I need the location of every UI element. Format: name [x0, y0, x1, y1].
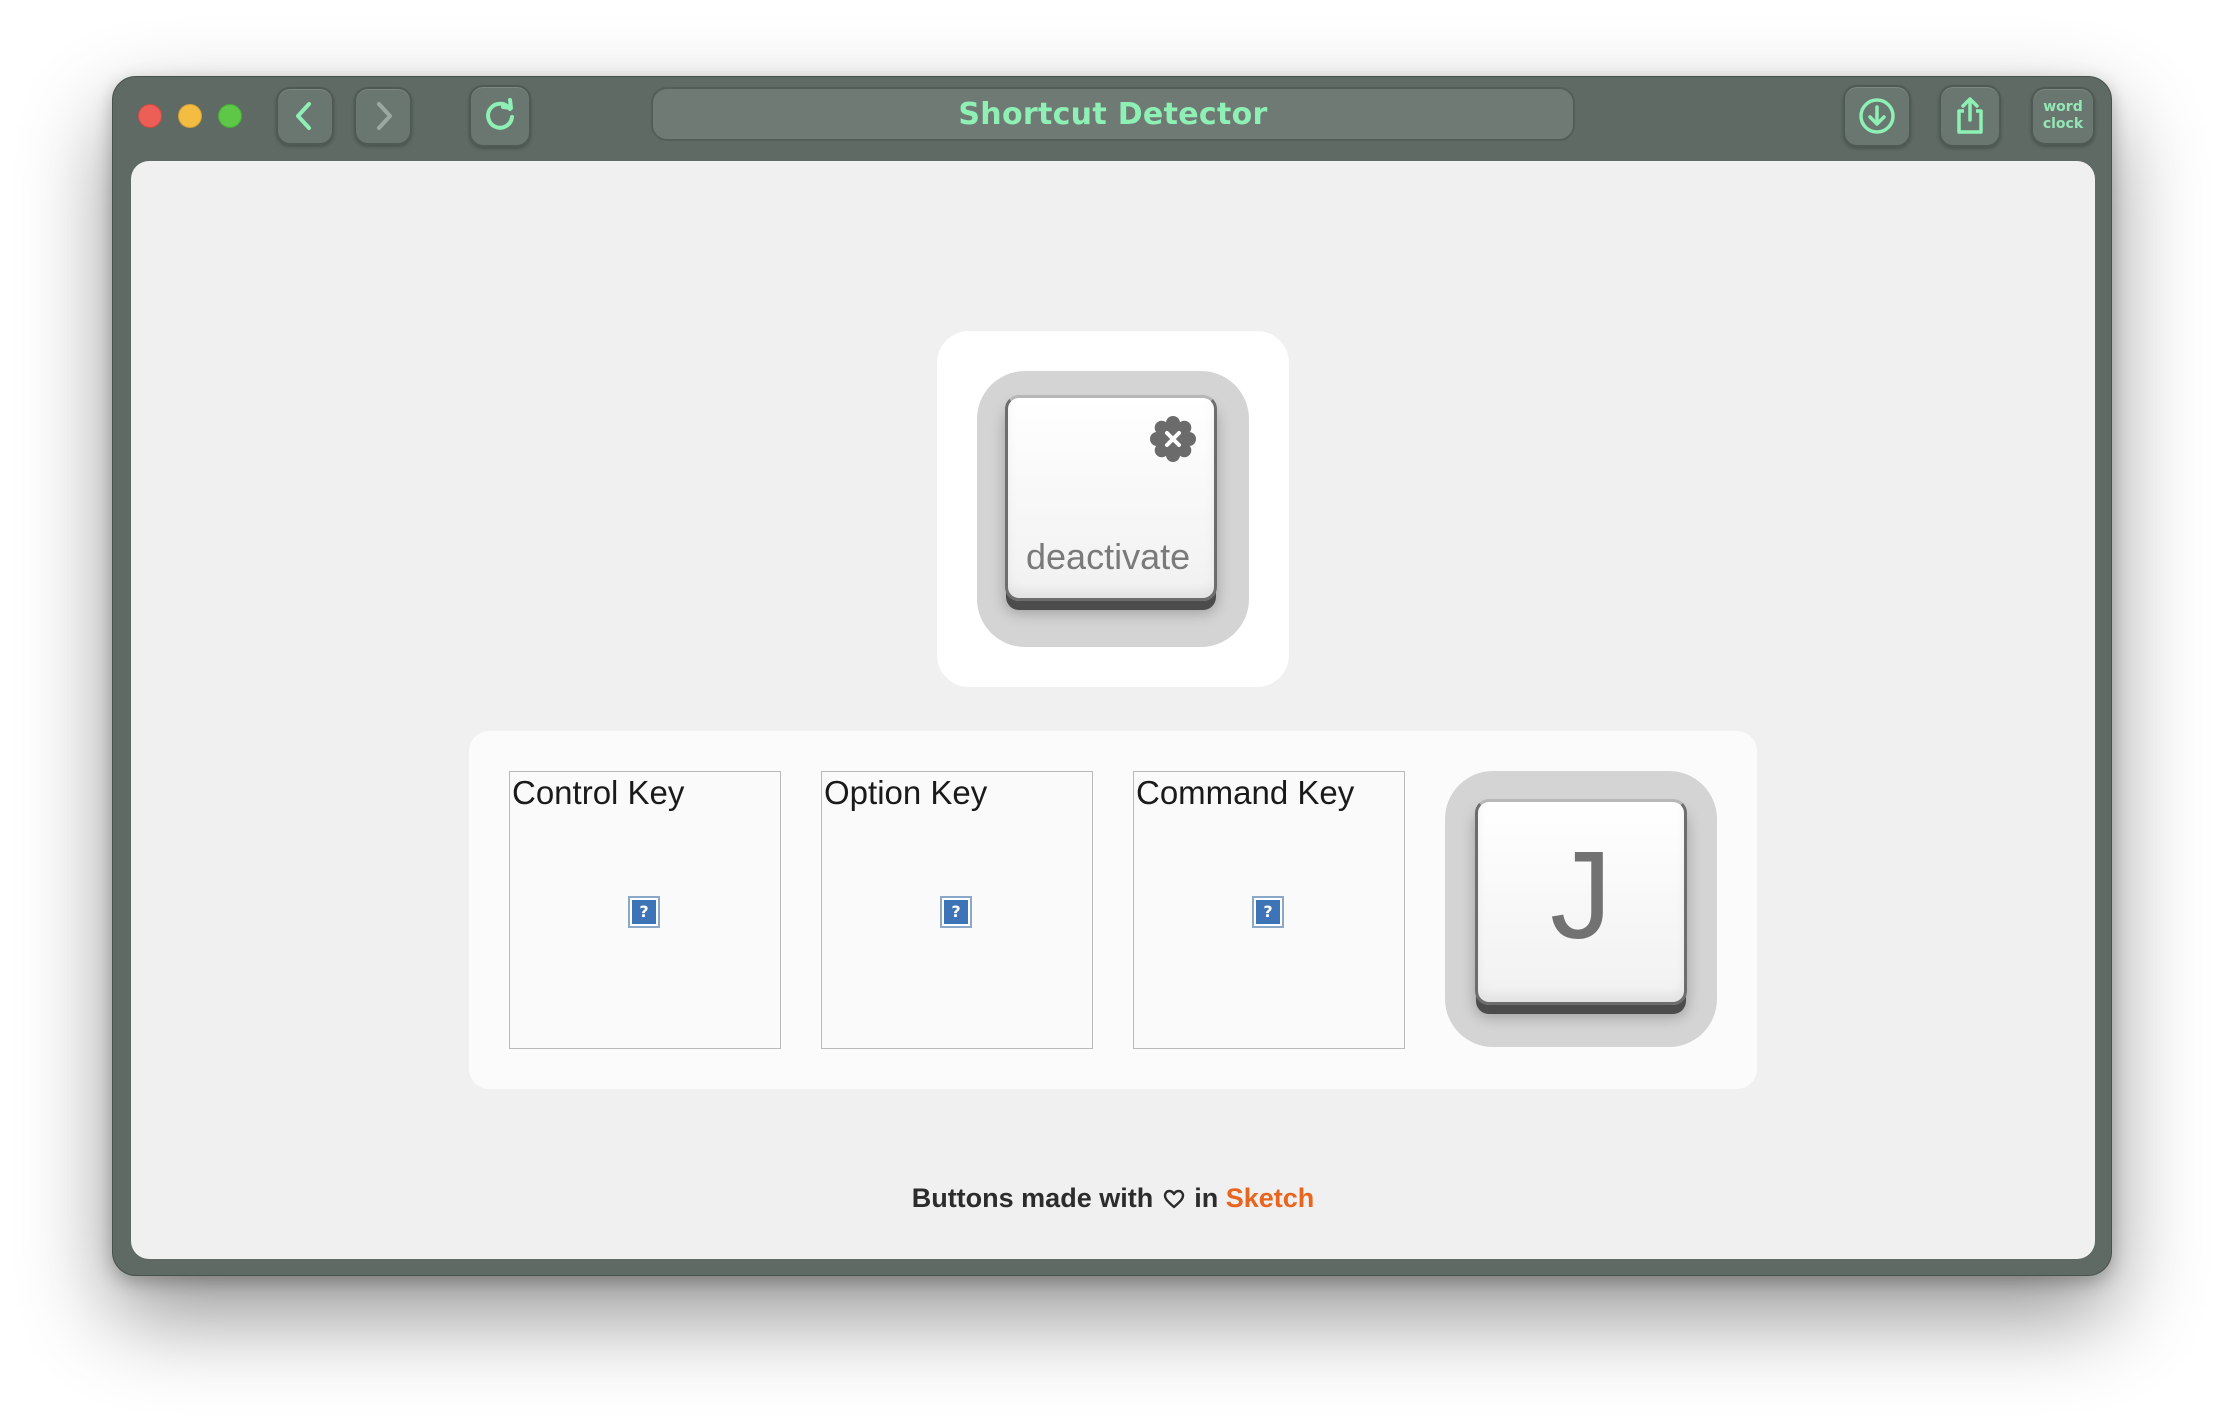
deactivate-key-well: deactivate: [977, 371, 1249, 647]
deactivate-card: deactivate: [937, 331, 1289, 687]
download-icon: [1859, 98, 1895, 134]
footer-in: in: [1194, 1183, 1219, 1213]
back-button[interactable]: [276, 87, 334, 145]
minimize-window-button[interactable]: [178, 104, 202, 128]
page-title: Shortcut Detector: [958, 96, 1268, 132]
close-window-button[interactable]: [138, 104, 162, 128]
word-clock-button[interactable]: word clock: [2031, 87, 2095, 145]
screen: Shortcut Detector word clock deactivate …: [0, 0, 2224, 1424]
browser-window: Shortcut Detector word clock deactivate …: [112, 76, 2112, 1276]
heart-icon: [1163, 1189, 1184, 1209]
command-key-slot: Command Key ?: [1133, 771, 1405, 1049]
reload-button[interactable]: [469, 85, 531, 147]
download-button[interactable]: [1843, 85, 1911, 147]
page-content: deactivate Control Key ? Option Key ? Co…: [131, 161, 2095, 1259]
option-key-slot: Option Key ?: [821, 771, 1093, 1049]
footer-prefix: Buttons made with: [911, 1183, 1154, 1213]
maximize-window-button[interactable]: [218, 104, 242, 128]
address-bar[interactable]: Shortcut Detector: [651, 87, 1575, 141]
word-clock-line-1: word: [2043, 99, 2083, 115]
letter-key[interactable]: J: [1475, 799, 1687, 1005]
deactivate-label: deactivate: [1026, 536, 1191, 577]
control-key-slot: Control Key ?: [509, 771, 781, 1049]
shortcut-card: Control Key ? Option Key ? Command Key ?…: [469, 731, 1757, 1089]
option-key-label: Option Key: [824, 774, 988, 811]
letter-key-label: J: [1550, 827, 1612, 965]
close-badge-icon: [1150, 416, 1196, 462]
missing-image-glyph: ?: [632, 900, 656, 924]
reload-icon: [486, 98, 514, 130]
sketch-link[interactable]: Sketch: [1226, 1183, 1315, 1213]
share-button[interactable]: [1939, 85, 2001, 147]
missing-image-glyph: ?: [944, 900, 968, 924]
missing-image-glyph: ?: [1256, 900, 1280, 924]
letter-key-well: J: [1445, 771, 1717, 1047]
share-icon: [1957, 97, 1983, 134]
forward-button[interactable]: [354, 87, 412, 145]
chevron-right-icon: [377, 102, 392, 130]
chevron-left-icon: [296, 102, 311, 130]
command-key-label: Command Key: [1136, 774, 1355, 811]
deactivate-button[interactable]: deactivate: [1005, 395, 1217, 601]
control-key-label: Control Key: [512, 774, 685, 811]
missing-image-icon: ?: [940, 896, 972, 928]
missing-image-icon: ?: [628, 896, 660, 928]
word-clock-line-2: clock: [2042, 116, 2084, 132]
missing-image-icon: ?: [1252, 896, 1284, 928]
footer-credit: Buttons made with in Sketch: [131, 1183, 2095, 1214]
